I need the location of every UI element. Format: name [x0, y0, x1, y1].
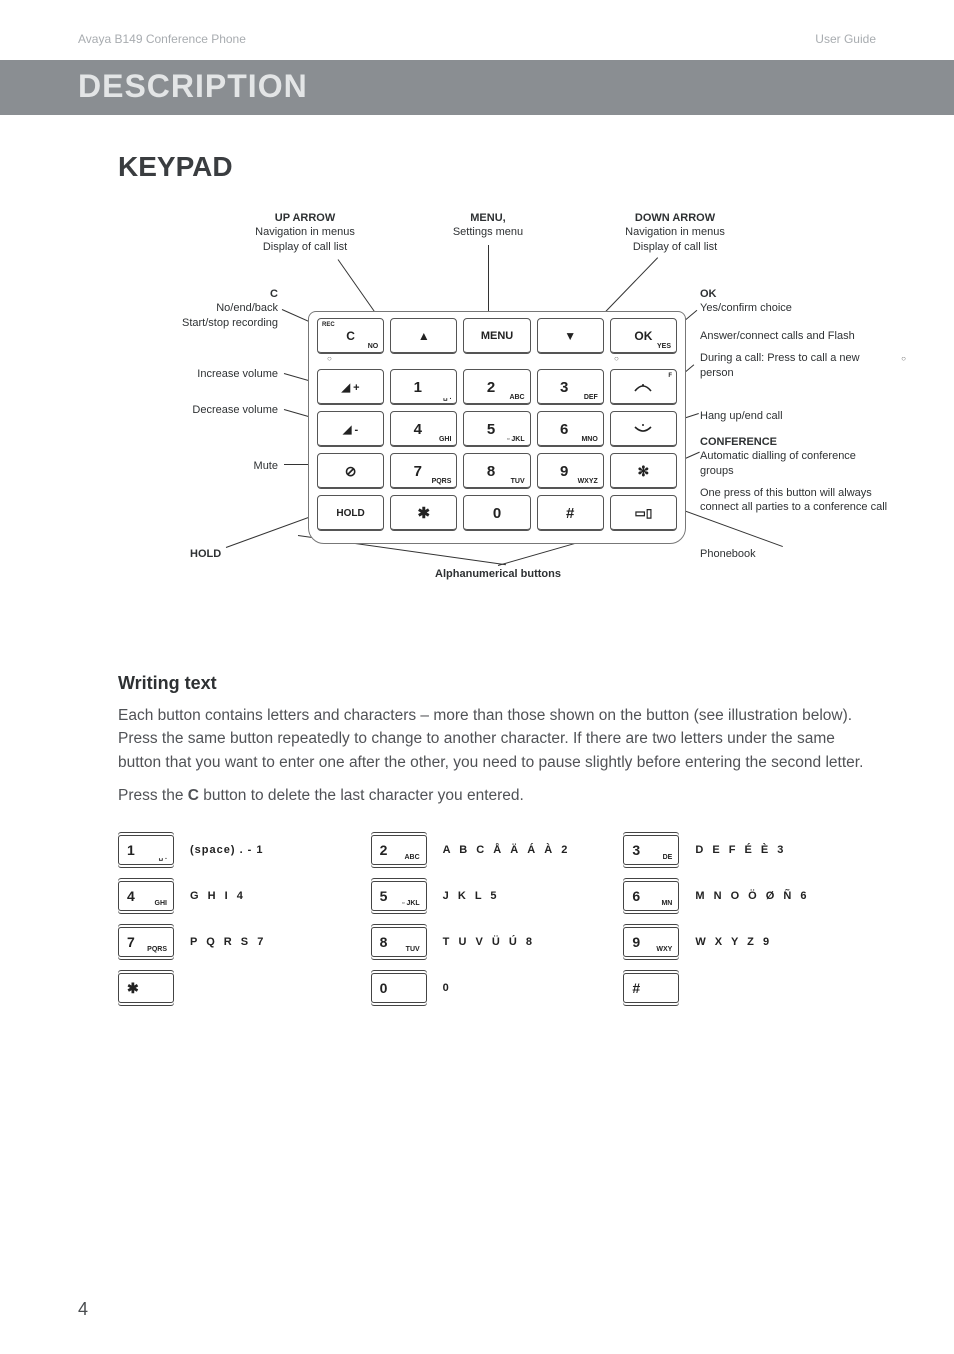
phonebook-icon: ▭▯	[634, 506, 652, 520]
answer-icon	[633, 381, 653, 393]
key-mute: ⊘	[317, 453, 384, 489]
mini-key-5: 5▫ JKL	[371, 881, 427, 911]
label-down-arrow: DOWN ARROW Navigation in menus Display o…	[600, 211, 750, 254]
label-vol-down: Decrease volume	[118, 403, 278, 417]
key-1: 1␣ .	[390, 369, 457, 405]
mini-key-9: 9WXY	[623, 927, 679, 957]
key-c: REC C NO	[317, 318, 384, 354]
key-answer: F	[610, 369, 677, 405]
mini-key-3: 3DE	[623, 835, 679, 865]
label-ok: OK Yes/confirm choice	[700, 287, 880, 316]
mute-icon: ⊘	[345, 463, 357, 480]
label-c: C No/end/back Start/stop recording	[108, 287, 278, 330]
key-2: 2ABC	[463, 369, 530, 405]
key-0: 0	[463, 495, 530, 531]
mini-key-hash: #	[623, 973, 679, 1003]
key-3: 3DEF	[537, 369, 604, 405]
speaker-plus-icon: ◢ +	[342, 381, 360, 394]
section-title-band: DESCRIPTION	[0, 60, 954, 115]
mini-key-1: 1␣ .	[118, 835, 174, 865]
mini-key-2: 2ABC	[371, 835, 427, 865]
label-menu: MENU, Settings menu	[428, 211, 548, 240]
key-hash: #	[537, 495, 604, 531]
hangup-icon	[633, 423, 653, 435]
label-alphanumerical: Alphanumerical buttons	[388, 567, 608, 581]
conference-icon: ✻	[638, 463, 650, 480]
label-hold: HOLD	[190, 547, 221, 561]
key-phonebook: ▭▯	[610, 495, 677, 531]
mini-key-7: 7PQRS	[118, 927, 174, 957]
key-menu: MENU	[463, 318, 530, 354]
key-hangup	[610, 411, 677, 447]
key-down: ▼	[537, 318, 604, 354]
mini-key-0: 0	[371, 973, 427, 1003]
key-ok: OK YES	[610, 318, 677, 354]
key-hold: HOLD	[317, 495, 384, 531]
key-vol-up: ◢ +	[317, 369, 384, 405]
keypad-diagram: UP ARROW Navigation in menus Display of …	[118, 211, 878, 611]
key-4: 4GHI	[390, 411, 457, 447]
page-title: DESCRIPTION	[78, 68, 876, 105]
keypad-body: REC C NO ▲ MENU ▼ OK YES ○ ○ ○ ◢ + 1␣ . …	[308, 311, 686, 544]
writing-heading: Writing text	[118, 673, 876, 694]
key-6: 6MNO	[537, 411, 604, 447]
doc-type-header: User Guide	[815, 32, 876, 46]
key-7: 7PQRS	[390, 453, 457, 489]
mini-key-4: 4GHI	[118, 881, 174, 911]
up-triangle-icon: ▲	[418, 329, 430, 343]
label-vol-up: Increase volume	[118, 367, 278, 381]
label-mute: Mute	[118, 459, 278, 473]
page-number: 4	[78, 1299, 88, 1320]
mini-key-8: 8TUV	[371, 927, 427, 957]
label-up-arrow: UP ARROW Navigation in menus Display of …	[230, 211, 380, 254]
key-8: 8TUV	[463, 453, 530, 489]
down-triangle-icon: ▼	[564, 329, 576, 343]
section-heading: KEYPAD	[118, 151, 876, 183]
key-up: ▲	[390, 318, 457, 354]
doc-title-header: Avaya B149 Conference Phone	[78, 32, 246, 46]
character-table: 1␣ .(space) . - 1 2ABCA B C Å Ä Á À 2 3D…	[118, 835, 876, 1003]
mini-key-star: ✱	[118, 973, 174, 1003]
key-star: ✱	[390, 495, 457, 531]
label-hangup: Hang up/end call	[700, 409, 880, 423]
label-phonebook: Phonebook	[700, 547, 860, 561]
key-vol-down: ◢ -	[317, 411, 384, 447]
mini-key-6: 6MN	[623, 881, 679, 911]
key-9: 9WXYZ	[537, 453, 604, 489]
key-5: 5▫ JKL	[463, 411, 530, 447]
label-conference: CONFERENCE Automatic dialling of confere…	[700, 435, 890, 514]
speaker-minus-icon: ◢ -	[343, 423, 358, 436]
writing-body: Each button contains letters and charact…	[118, 704, 876, 807]
key-conference: ✻	[610, 453, 677, 489]
